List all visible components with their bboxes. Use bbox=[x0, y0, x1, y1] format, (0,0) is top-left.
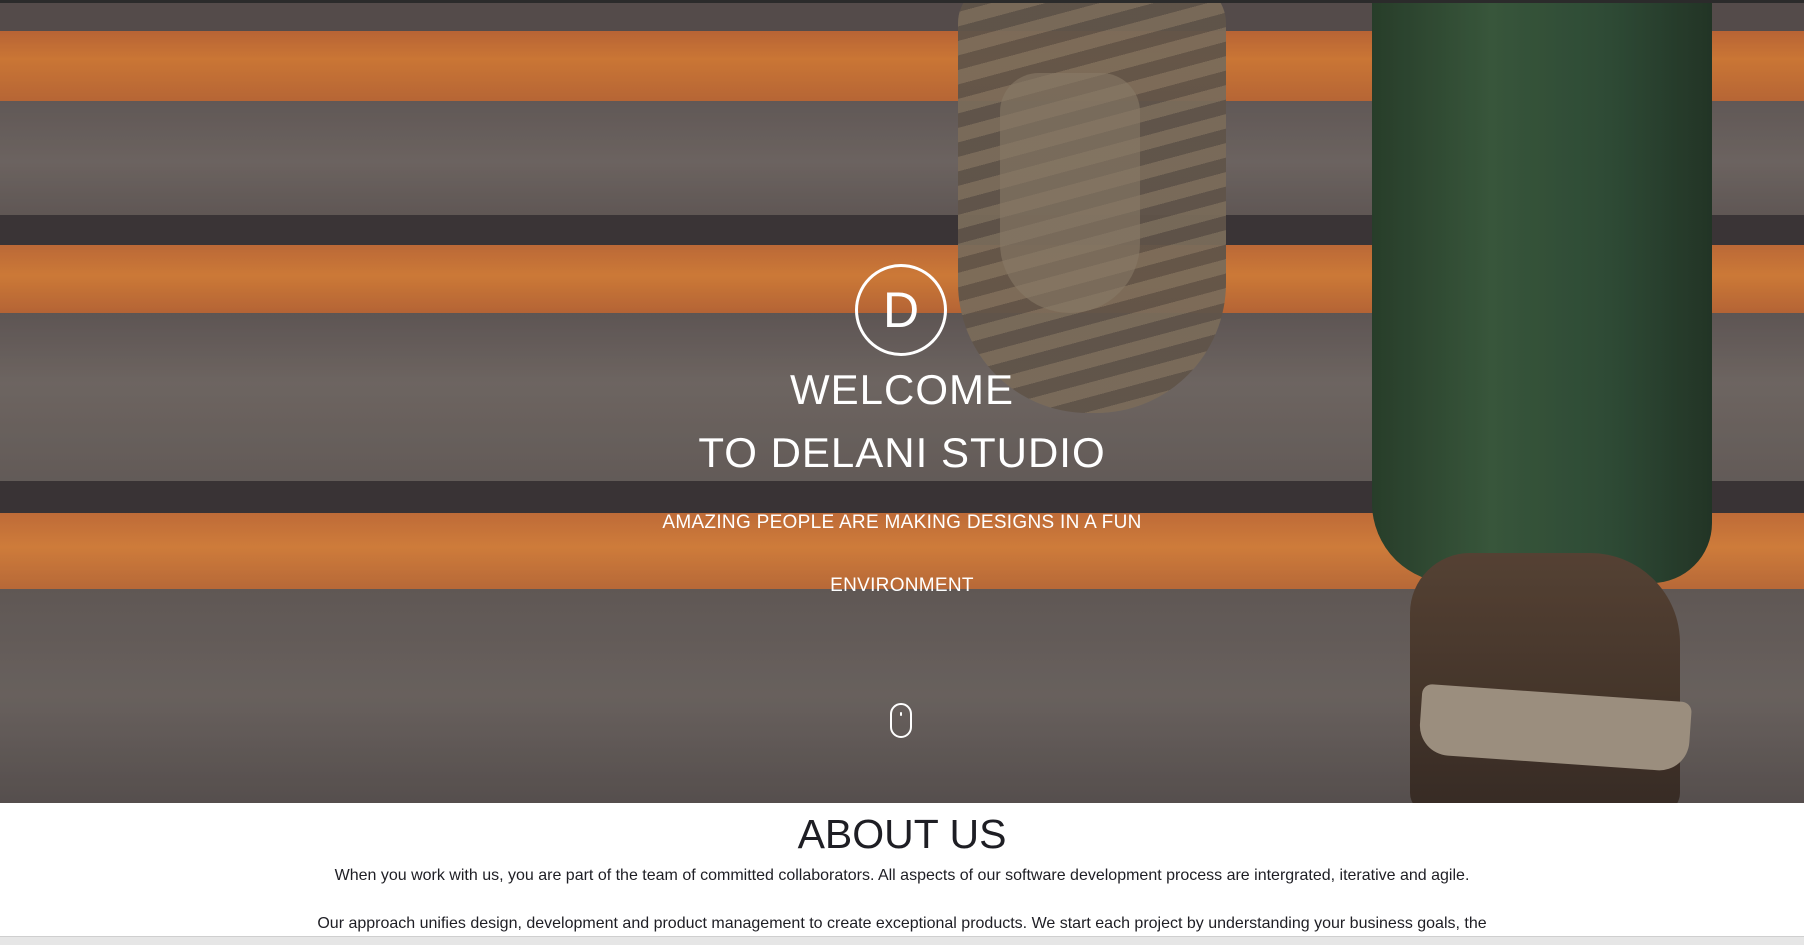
hero-heading-line2: TO DELANI STUDIO bbox=[698, 429, 1106, 476]
logo-letter: D bbox=[882, 282, 920, 338]
hero-section: D WELCOME TO DELANI STUDIO AMAZING PEOPL… bbox=[0, 3, 1804, 803]
mouse-wheel bbox=[900, 712, 902, 716]
studio-logo[interactable]: D bbox=[855, 264, 947, 356]
hero-tagline-line1: AMAZING PEOPLE ARE MAKING DESIGNS IN A F… bbox=[662, 512, 1142, 533]
hero-tagline-line2: ENVIRONMENT bbox=[830, 575, 974, 596]
about-paragraph-2: Our approach unifies design, development… bbox=[317, 915, 1487, 932]
hero-content: D WELCOME TO DELANI STUDIO AMAZING PEOPL… bbox=[0, 3, 1804, 803]
about-title: ABOUT US bbox=[797, 811, 1007, 857]
mouse-scroll-icon[interactable] bbox=[890, 703, 912, 738]
hero-heading-line1: WELCOME bbox=[789, 366, 1014, 413]
about-paragraph-1: When you work with us, you are part of t… bbox=[334, 867, 1470, 884]
